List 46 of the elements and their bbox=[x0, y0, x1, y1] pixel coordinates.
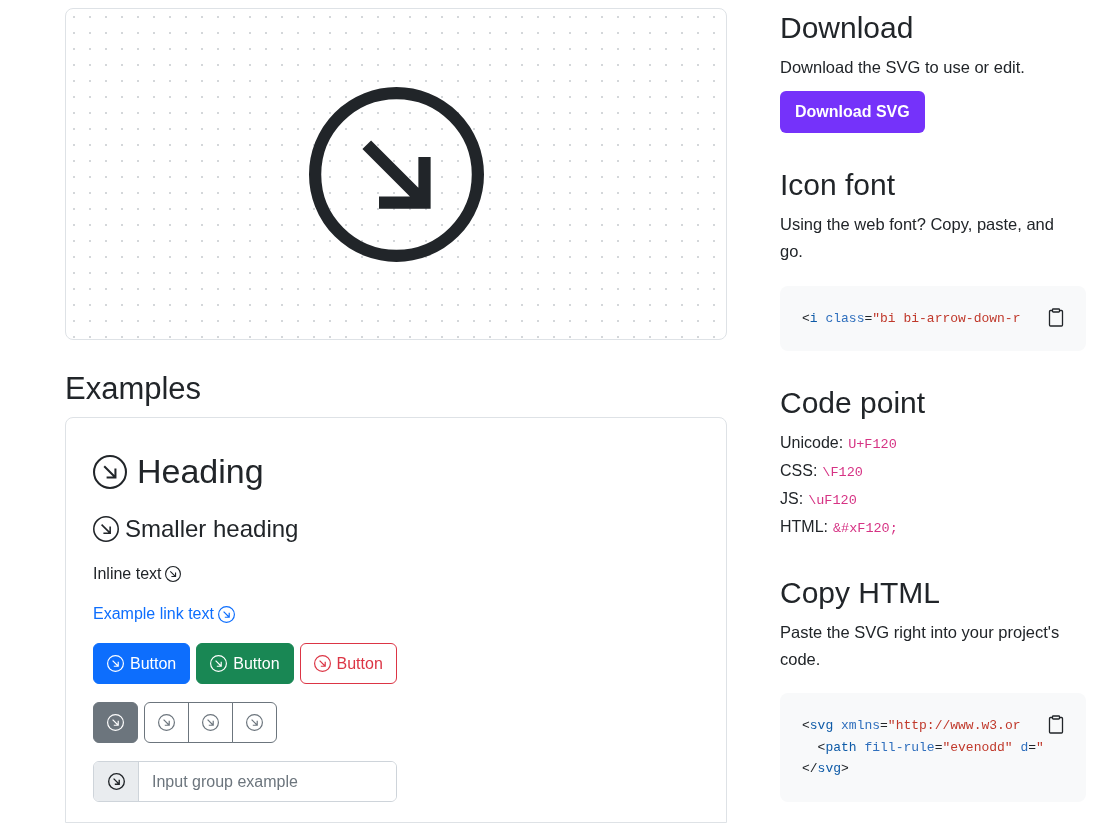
code-point-label: Unicode: bbox=[780, 433, 844, 454]
icon-button[interactable] bbox=[144, 702, 189, 744]
example-heading: Heading bbox=[137, 452, 264, 492]
arrow-circle-icon bbox=[202, 714, 219, 732]
download-button[interactable]: Download SVG bbox=[780, 91, 925, 134]
inline-text: Inline text bbox=[93, 565, 162, 584]
input-group[interactable]: Input group example bbox=[93, 761, 397, 803]
section-description: Using the web font? Copy, paste, and go. bbox=[780, 214, 1055, 263]
arrow-circle-icon bbox=[308, 86, 484, 262]
icon-button[interactable] bbox=[93, 702, 138, 744]
section-heading: Download bbox=[780, 10, 915, 46]
code-point-value: U+F120 bbox=[848, 436, 897, 455]
section-heading: Examples bbox=[65, 370, 203, 408]
arrow-circle-icon bbox=[93, 516, 119, 543]
section-heading: Icon font bbox=[780, 167, 897, 204]
section-heading: Code point bbox=[780, 385, 927, 422]
arrow-circle-icon bbox=[107, 714, 124, 732]
arrow-circle-icon bbox=[107, 655, 124, 673]
example-button[interactable]: Button bbox=[196, 643, 294, 685]
icon-button[interactable] bbox=[232, 702, 277, 744]
clipboard-icon[interactable] bbox=[1048, 715, 1064, 735]
icon-button[interactable] bbox=[188, 702, 233, 744]
arrow-circle-icon bbox=[313, 655, 331, 673]
arrow-circle-icon bbox=[217, 605, 235, 623]
code-point-value: \F120 bbox=[822, 464, 863, 483]
arrow-circle-icon bbox=[246, 714, 263, 732]
code-point-label: CSS: bbox=[780, 461, 818, 482]
code-snippet: <i class="bi bi-arrow-down-r bbox=[802, 309, 1021, 328]
code-point-label: JS: bbox=[780, 488, 804, 509]
arrow-circle-icon bbox=[210, 655, 228, 673]
example-button[interactable]: Button bbox=[299, 643, 397, 685]
example-link[interactable]: Example link text bbox=[93, 605, 235, 624]
clipboard-icon[interactable] bbox=[1048, 307, 1064, 327]
section-description: Paste the SVG right into your project's code. bbox=[780, 621, 1061, 671]
arrow-circle-icon bbox=[93, 454, 127, 489]
example-button[interactable]: Button bbox=[93, 643, 191, 685]
example-subheading: Smaller heading bbox=[125, 515, 299, 544]
section-heading: Copy HTML bbox=[780, 574, 942, 611]
section-description: Download the SVG to use or edit. bbox=[780, 57, 1026, 78]
code-point-value: \uF120 bbox=[808, 491, 857, 510]
arrow-circle-icon bbox=[107, 773, 125, 791]
arrow-circle-icon bbox=[158, 714, 175, 732]
arrow-circle-icon bbox=[165, 566, 182, 583]
code-point-label: HTML: bbox=[780, 516, 828, 537]
code-point-value: &#xF120; bbox=[833, 519, 898, 538]
code-snippet: <svg xmlns="http://www.w3.or <path fill-rule="evenodd" d=" </svg> bbox=[802, 717, 1044, 779]
